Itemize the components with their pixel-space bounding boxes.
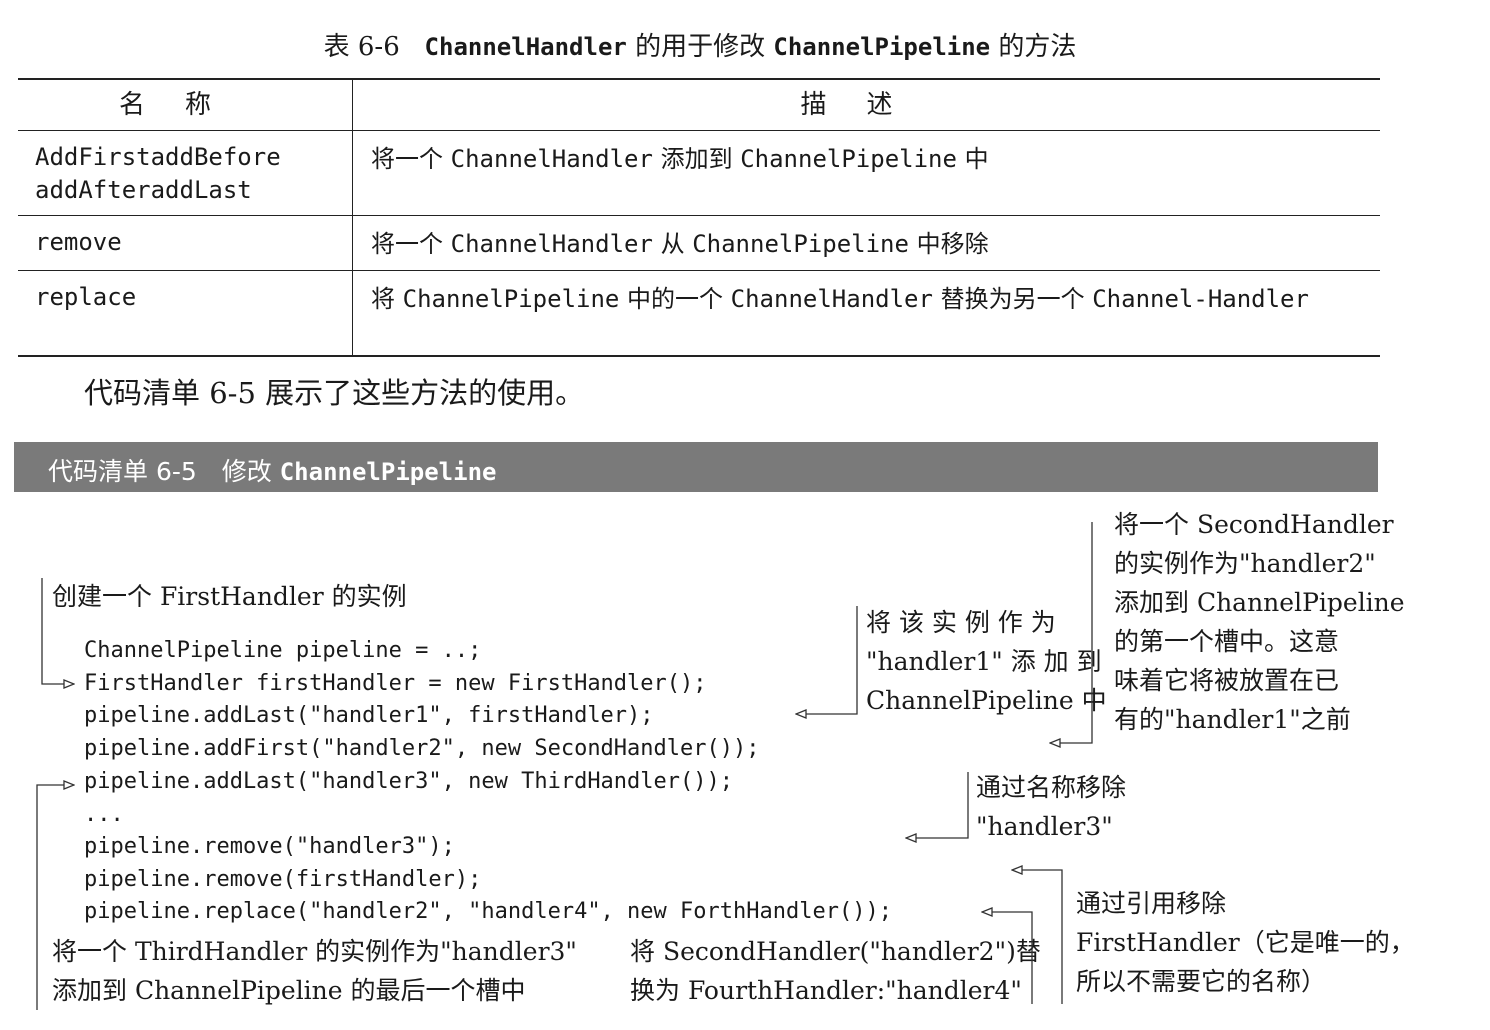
connector-remove-by-ref <box>1012 870 1063 1004</box>
callout-connectors <box>36 522 1093 1010</box>
connector-add-handler1 <box>796 606 858 714</box>
connector-add-handler2 <box>1050 522 1093 743</box>
connector-add-handler3 <box>36 785 74 1010</box>
connector-remove-by-name <box>906 772 969 838</box>
connector-replace-handler2 <box>982 912 1033 1004</box>
connector-create-first <box>41 578 74 684</box>
